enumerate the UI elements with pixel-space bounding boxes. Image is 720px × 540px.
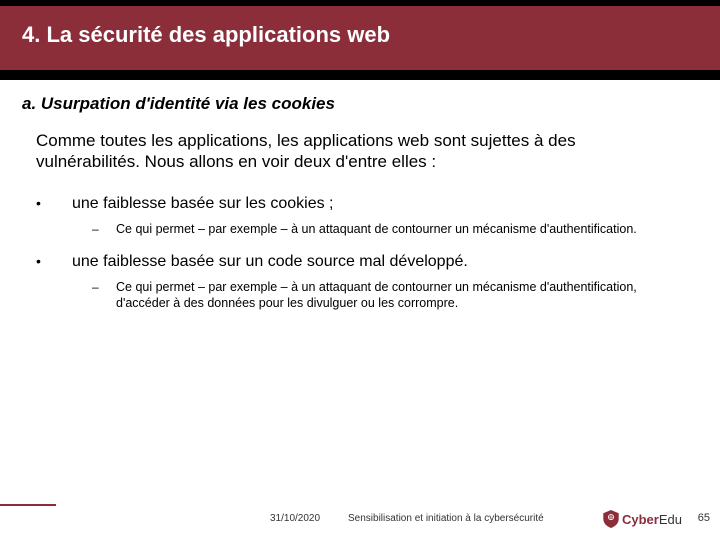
sub-bullet-text: Ce qui permet – par exemple – à un attaq…: [116, 279, 684, 312]
slide-title-bar: 4. La sécurité des applications web: [0, 0, 720, 80]
footer-page-number: 65: [698, 512, 710, 524]
bullet-text: une faiblesse basée sur les cookies ;: [72, 195, 333, 213]
list-item: • une faiblesse basée sur les cookies ; …: [36, 195, 684, 237]
slide-title: 4. La sécurité des applications web: [22, 22, 390, 47]
bullet-icon: •: [36, 195, 72, 211]
bullet-icon: •: [36, 253, 72, 269]
sub-list: – Ce qui permet – par exemple – à un att…: [92, 221, 684, 237]
footer-date: 31/10/2020: [270, 513, 320, 524]
slide-content: a. Usurpation d'identité via les cookies…: [0, 80, 720, 311]
dash-icon: –: [92, 222, 116, 236]
footer-logo: CyberEdu: [603, 510, 682, 528]
intro-paragraph: Comme toutes les applications, les appli…: [36, 130, 684, 173]
list-item: • une faiblesse basée sur un code source…: [36, 253, 684, 312]
footer-text: Sensibilisation et initiation à la cyber…: [348, 513, 544, 524]
slide-subtitle: a. Usurpation d'identité via les cookies: [22, 94, 698, 114]
list-item: – Ce qui permet – par exemple – à un att…: [92, 221, 684, 237]
dash-icon: –: [92, 280, 116, 294]
footer-accent-rule: [0, 504, 56, 506]
footer-brand: CyberEdu: [622, 512, 682, 527]
list-item: – Ce qui permet – par exemple – à un att…: [92, 279, 684, 312]
bullet-list: • une faiblesse basée sur les cookies ; …: [36, 195, 684, 312]
slide-footer: 31/10/2020 Sensibilisation et initiation…: [0, 502, 720, 530]
bullet-text: une faiblesse basée sur un code source m…: [72, 253, 468, 271]
sub-bullet-text: Ce qui permet – par exemple – à un attaq…: [116, 221, 637, 237]
sub-list: – Ce qui permet – par exemple – à un att…: [92, 279, 684, 312]
shield-icon: [603, 510, 619, 528]
